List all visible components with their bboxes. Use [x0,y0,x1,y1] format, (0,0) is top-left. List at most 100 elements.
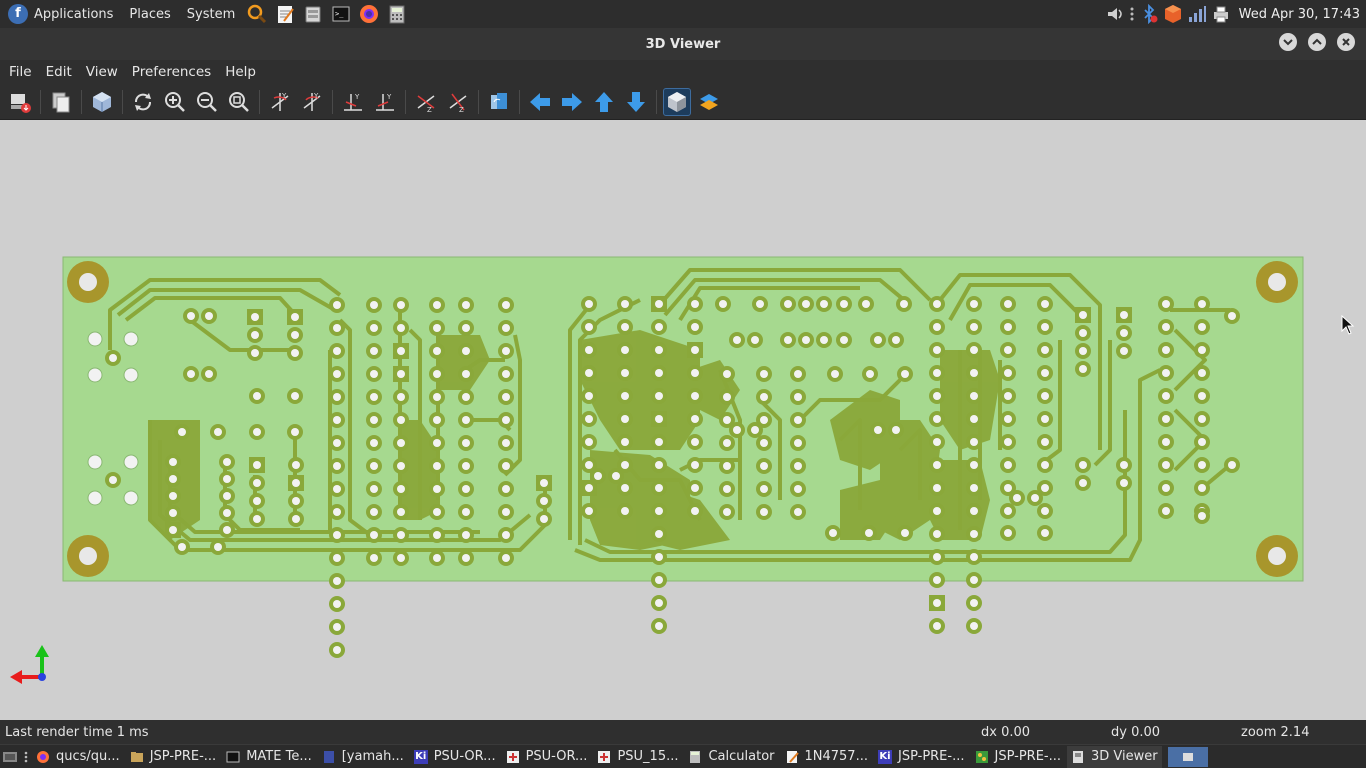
file-manager-icon[interactable] [302,3,324,25]
taskbar-item-3d-viewer[interactable]: 3D Viewer [1067,745,1162,768]
pcb-drill-hole [333,416,341,424]
zoom-in-button[interactable] [161,88,189,116]
pcb-drill-hole [794,393,802,401]
menu-view[interactable]: View [81,64,123,80]
taskbar-item-psu-schematic[interactable]: PSU-OR... [502,746,592,768]
pcb-drill-hole [1079,311,1087,319]
pcb-drill-hole [1004,438,1012,446]
volume-icon[interactable] [1105,4,1125,24]
pcb-drill-hole [756,300,764,308]
printer-icon[interactable] [1211,4,1231,24]
taskbar-item-jsp-folder[interactable]: JSP-PRE-... [126,746,221,768]
taskbar-item-1n4757[interactable]: 1N4757... [781,746,872,768]
taskbar-item-mate-terminal[interactable]: MATE Te... [222,746,316,768]
flip-view-button[interactable] [485,88,513,116]
menu-edit[interactable]: Edit [41,64,77,80]
taskbar-item-jsp-kicad[interactable]: Ki JSP-PRE-... [874,746,969,768]
pcb-drill-hole [333,531,341,539]
reload-button[interactable] [129,88,157,116]
system-menu[interactable]: System [179,0,243,28]
show-desktop-button[interactable] [0,746,20,768]
calculator-icon[interactable] [386,3,408,25]
taskbar-item-calculator[interactable]: Calculator [684,746,778,768]
pcb-drill-hole [370,531,378,539]
pcb-drill-hole [333,577,341,585]
taskbar-item-qucs[interactable]: qucs/qu... [32,746,124,768]
pcb-drill-hole [370,508,378,516]
pcb-drill-hole [253,479,261,487]
pcb-drill-hole [333,485,341,493]
pcb-drill-hole [1198,346,1206,354]
zoom-fit-icon [229,91,249,112]
text-editor-icon[interactable] [274,3,296,25]
clock[interactable]: Wed Apr 30, 17:43 [1233,7,1366,22]
move-right-button[interactable] [558,88,586,116]
pcb-drill-hole [253,392,261,400]
3d-canvas[interactable] [0,120,1366,720]
window-title: 3D Viewer [645,36,721,52]
search-icon[interactable] [246,3,268,25]
pcb-drill-hole [723,485,731,493]
applications-menu[interactable]: f Applications [0,0,121,28]
pcb-drill-hole [733,426,741,434]
pcb-drill-hole [933,461,941,469]
taskbar-item-psu-kicad[interactable]: Ki PSU-OR... [410,746,500,768]
chevron-up-icon [1312,38,1322,45]
rotate-x-cw-button[interactable]: Y [266,88,294,116]
pcb-drill-hole [970,369,978,377]
pcb-drill-hole [1198,323,1206,331]
3d-options-button[interactable] [88,88,116,116]
export-image-button[interactable] [6,88,34,116]
pcb-drill-hole [862,300,870,308]
pcb-drill-hole [333,347,341,355]
pcb-drill-hole [585,415,593,423]
workspace-switcher[interactable] [1167,746,1208,767]
rotate-y-ccw-button[interactable]: Y [371,88,399,116]
network-signal-icon[interactable] [1187,4,1207,24]
pcb-drill-hole [691,484,699,492]
pcb-drill-hole [1162,438,1170,446]
taskbar-item-label: PSU_15... [617,749,679,764]
pcb-drill-hole [794,439,802,447]
taskbar-item-jsp-pcb[interactable]: JSP-PRE-... [971,746,1066,768]
rotate-y-cw-button[interactable]: Y [339,88,367,116]
bluetooth-icon[interactable] [1139,4,1159,24]
pcb-drill-hole [333,301,341,309]
taskbar-item-psu15-schematic[interactable]: PSU_15... [593,746,682,768]
pcb-drill-hole [794,508,802,516]
pcb-drill-hole [1162,507,1170,515]
maximize-button[interactable] [1308,33,1326,51]
pcb-drill-hole [178,428,186,436]
pcb-drill-hole [502,370,510,378]
move-down-button[interactable] [622,88,650,116]
top-panel: f Applications Places System >_ Wed Apr … [0,0,1366,28]
update-icon[interactable] [1163,4,1183,24]
terminal-icon[interactable]: >_ [330,3,352,25]
pcb-drill-hole [123,367,139,383]
menu-preferences[interactable]: Preferences [127,64,216,80]
move-left-button[interactable] [526,88,554,116]
pcb-drill-hole [109,354,117,362]
minimize-button[interactable] [1279,33,1297,51]
move-up-button[interactable] [590,88,618,116]
pcb-drill-hole [865,529,873,537]
pcb-drill-hole [397,393,405,401]
firefox-icon[interactable] [358,3,380,25]
rotate-z-cw-button[interactable]: Z [412,88,440,116]
menu-help[interactable]: Help [220,64,261,80]
zoom-fit-button[interactable] [225,88,253,116]
copy-to-clipboard-button[interactable] [47,88,75,116]
menu-file[interactable]: File [4,64,37,80]
rotate-z-ccw-button[interactable]: Z [444,88,472,116]
pcb-drill-hole [933,415,941,423]
rotate-x-ccw-button[interactable]: Y [298,88,326,116]
taskbar-item-yamaha[interactable]: [yamah... [318,746,408,768]
window-titlebar[interactable]: 3D Viewer [0,28,1366,73]
zoom-in-icon [165,91,185,112]
close-button[interactable] [1337,33,1355,51]
orthographic-toggle-button[interactable] [663,87,691,116]
zoom-out-button[interactable] [193,88,221,116]
arrow-down-icon [627,91,645,112]
places-menu[interactable]: Places [121,0,178,28]
layers-button[interactable] [695,88,723,116]
